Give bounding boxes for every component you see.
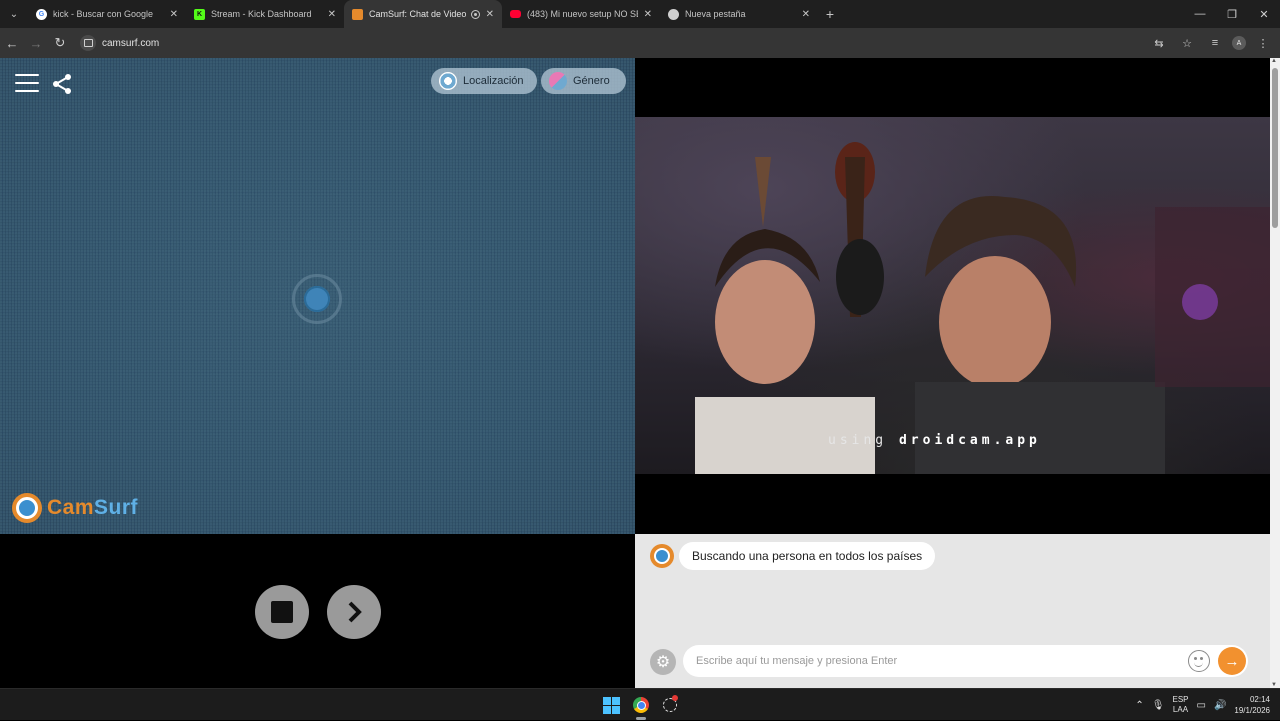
microphone-icon[interactable]: 🎙 <box>1152 700 1165 711</box>
call-controls <box>0 534 635 688</box>
browser-toolbar: ← → ↻ camsurf.com <box>0 28 1280 58</box>
page-scrollbar[interactable]: ▲ ▼ <box>1270 58 1280 688</box>
browser-tab-bar: ⌄ G kick - Buscar con Google ✕ K Stream … <box>0 0 1280 28</box>
tab-title: Stream - Kick Dashboard <box>211 9 312 19</box>
remote-video-stream: using droidcam.app <box>635 117 1270 474</box>
message-input[interactable] <box>696 655 1188 667</box>
address-bar[interactable]: camsurf.com <box>80 31 1200 55</box>
close-tab-icon[interactable]: ✕ <box>644 9 652 20</box>
tab-new-tab[interactable]: Nueva pestaña ✕ <box>660 0 818 28</box>
window-controls: — ❐ ✕ <box>1184 0 1280 28</box>
gender-filter-label: Género <box>573 75 610 87</box>
system-clock[interactable]: 02:14 19/1/2026 <box>1234 694 1270 716</box>
volume-icon[interactable]: 🔊 <box>1214 700 1226 711</box>
tab-camsurf[interactable]: CamSurf: Chat de Video Al ✕ <box>344 0 502 28</box>
close-tab-icon[interactable]: ✕ <box>486 9 494 20</box>
chrome-icon <box>668 8 679 20</box>
app-icon <box>663 695 678 712</box>
taskbar-app[interactable] <box>659 694 681 716</box>
location-filter-label: Localización <box>463 75 524 87</box>
camsurf-icon <box>352 8 363 20</box>
gender-filter-button[interactable]: Género <box>541 68 626 94</box>
translate-icon[interactable]: ⇆ <box>1148 32 1170 54</box>
tab-youtube[interactable]: (483) Mi nuevo setup NO SE VE ✕ <box>502 0 660 28</box>
close-tab-icon[interactable]: ✕ <box>170 9 178 20</box>
menu-icon[interactable] <box>15 74 39 94</box>
google-icon: G <box>36 8 47 20</box>
profile-avatar[interactable]: A <box>1232 36 1246 50</box>
tab-google-search[interactable]: G kick - Buscar con Google ✕ <box>28 0 186 28</box>
maximize-icon[interactable]: ❐ <box>1216 0 1248 28</box>
tab-kick-dashboard[interactable]: K Stream - Kick Dashboard ✕ <box>186 0 344 28</box>
recording-icon <box>470 9 480 19</box>
new-tab-button[interactable]: + <box>818 6 842 22</box>
browser-menu-icon[interactable]: ⋮ <box>1252 32 1274 54</box>
chrome-icon <box>633 697 649 713</box>
send-button[interactable]: → <box>1218 647 1246 675</box>
input-language[interactable]: ESP LAA <box>1172 695 1188 715</box>
chat-panel: Buscando una persona en todos los países… <box>635 534 1270 688</box>
chevron-right-icon <box>348 601 362 623</box>
close-tab-icon[interactable]: ✕ <box>328 9 336 20</box>
emoji-icon[interactable] <box>1188 650 1210 672</box>
os-taskbar: ⌃ 🎙 ESP LAA ▭ 🔊 02:14 19/1/2026 <box>0 688 1280 720</box>
network-icon[interactable]: ▭ <box>1197 700 1206 711</box>
status-message-bubble: Buscando una persona en todos los países <box>679 542 936 570</box>
scrollbar-thumb[interactable] <box>1272 68 1278 228</box>
settings-gear-icon[interactable]: ⚙ <box>650 649 676 675</box>
close-window-icon[interactable]: ✕ <box>1248 0 1280 28</box>
windows-start-button[interactable] <box>600 694 622 716</box>
reload-icon[interactable]: ↻ <box>48 29 72 57</box>
globe-icon <box>439 72 457 90</box>
tab-title: CamSurf: Chat de Video Al <box>369 9 467 19</box>
droidcam-watermark: using droidcam.app <box>828 433 1041 448</box>
site-info-icon[interactable] <box>80 35 96 51</box>
bookmark-star-icon[interactable]: ☆ <box>1176 32 1198 54</box>
notification-dot <box>672 695 678 701</box>
tab-media-icon[interactable]: ≡ <box>1204 32 1226 54</box>
tab-title: (483) Mi nuevo setup NO SE VE <box>527 9 638 19</box>
back-icon[interactable]: ← <box>0 29 24 57</box>
remote-video-image <box>695 142 1270 474</box>
gender-icon <box>549 72 567 90</box>
tab-title: Nueva pestaña <box>685 9 746 19</box>
forward-icon[interactable]: → <box>24 29 48 57</box>
scroll-up-icon[interactable]: ▲ <box>1271 58 1277 64</box>
close-tab-icon[interactable]: ✕ <box>802 9 810 20</box>
kick-icon: K <box>194 8 205 20</box>
url-text: camsurf.com <box>102 37 160 49</box>
camsurf-page: Localización Género CamSurf using droidc… <box>0 58 1270 688</box>
loading-spinner-icon <box>292 274 342 324</box>
taskbar-chrome[interactable] <box>630 694 652 716</box>
next-button[interactable] <box>327 585 381 639</box>
camsurf-wordmark: CamSurf <box>47 496 139 519</box>
tab-title: kick - Buscar con Google <box>53 9 154 19</box>
camsurf-logo: CamSurf <box>12 492 138 524</box>
location-filter-button[interactable]: Localización <box>431 68 537 94</box>
tab-search-button[interactable]: ⌄ <box>0 0 28 28</box>
stop-button[interactable] <box>255 585 309 639</box>
minimize-icon[interactable]: — <box>1184 0 1216 28</box>
message-composer: → <box>683 645 1248 677</box>
remote-video-panel: using droidcam.app <box>635 58 1270 534</box>
system-tray: ⌃ 🎙 ESP LAA ▭ 🔊 02:14 19/1/2026 <box>1135 689 1270 721</box>
local-video-panel: Localización Género CamSurf <box>0 58 635 534</box>
toolbar-actions: ⇆ ☆ ≡ A ⋮ <box>1148 28 1274 58</box>
camsurf-bot-avatar <box>650 544 674 568</box>
camsurf-logo-icon <box>12 493 42 523</box>
windows-logo-icon <box>602 696 620 714</box>
share-icon[interactable] <box>50 72 74 96</box>
show-hidden-icons[interactable]: ⌃ <box>1135 700 1143 711</box>
youtube-icon <box>510 10 521 18</box>
